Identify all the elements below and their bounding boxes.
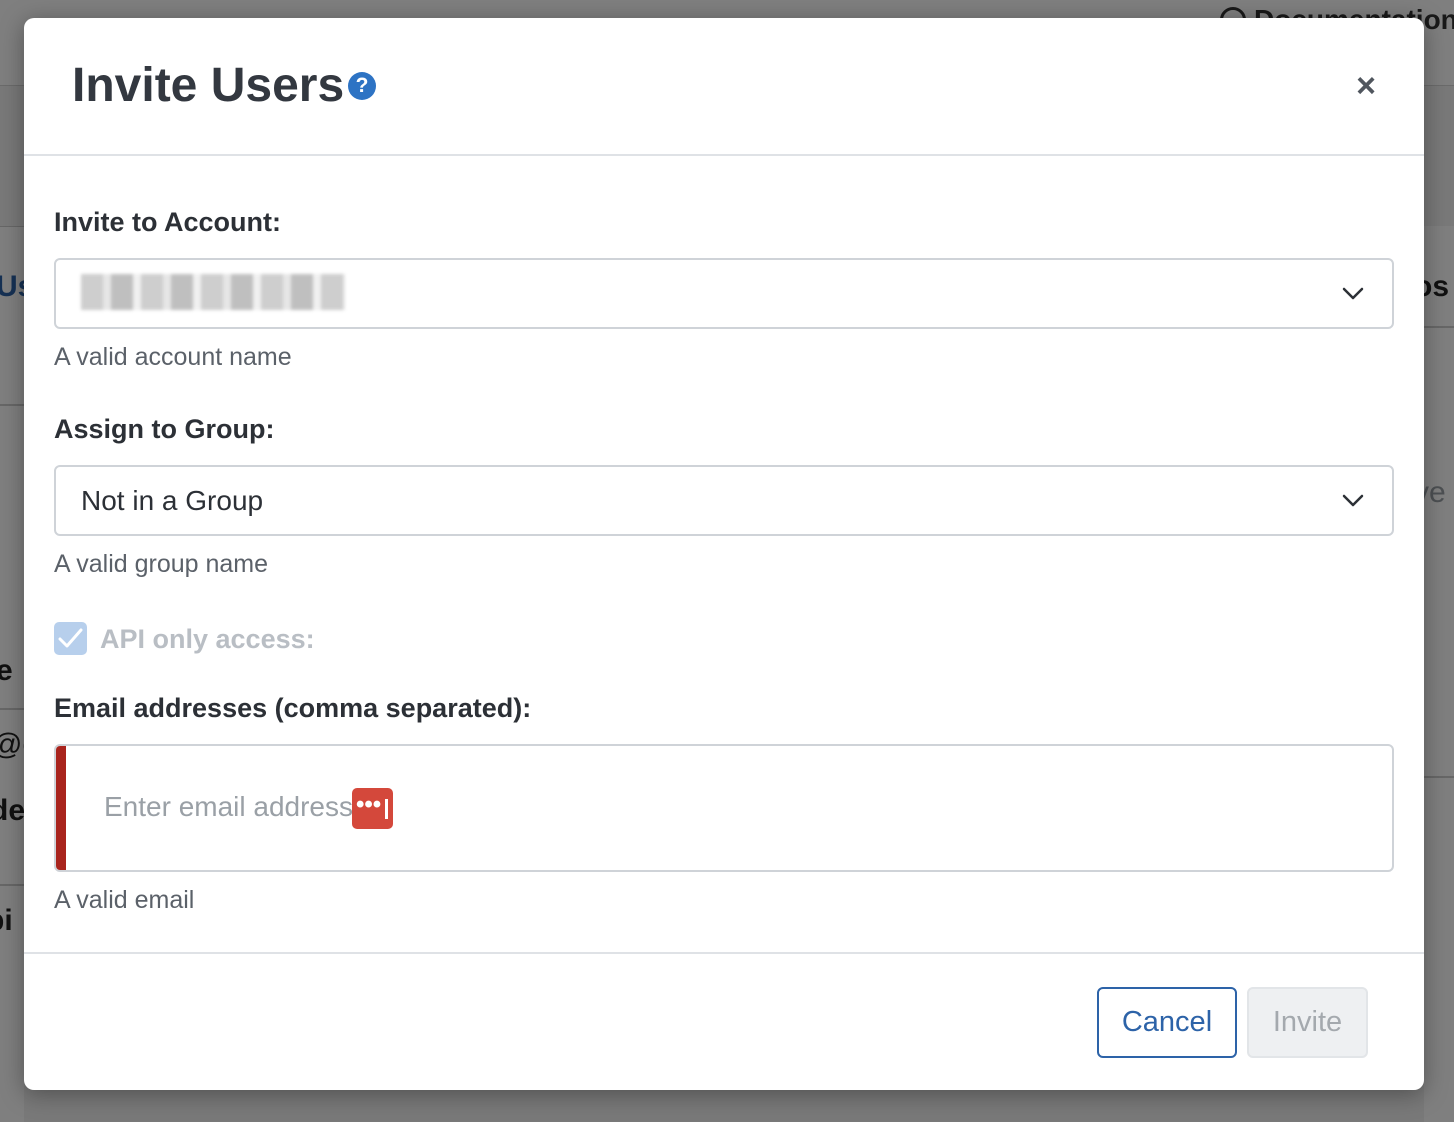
group-label: Assign to Group:	[54, 414, 275, 444]
question-circle-icon[interactable]: ?	[348, 72, 376, 100]
emails-label: Email addresses (comma separated):	[54, 693, 532, 723]
api-only-label: API only access:	[100, 624, 315, 654]
modal-title: Invite Users	[72, 59, 345, 112]
group-help-text: A valid group name	[54, 550, 269, 578]
footer-divider	[24, 952, 1424, 954]
error-indicator	[56, 746, 66, 870]
account-label: Invite to Account:	[54, 207, 281, 237]
invite-users-modal: Invite Users ? × Invite to Account: A va…	[24, 18, 1424, 1090]
emails-help-text: A valid email	[54, 886, 195, 914]
close-icon[interactable]: ×	[1349, 66, 1383, 106]
account-help-text: A valid account name	[54, 343, 292, 371]
modal-header: Invite Users ? ×	[24, 18, 1424, 156]
password-manager-icon[interactable]: •••	[352, 788, 393, 829]
chevron-down-icon	[1342, 494, 1364, 507]
email-placeholder: Enter email address	[104, 791, 354, 822]
group-select[interactable]: Not in a Group	[54, 465, 1394, 536]
group-select-value: Not in a Group	[81, 485, 264, 516]
checkmark-icon	[58, 628, 83, 648]
redacted-account-value	[81, 274, 345, 310]
account-select[interactable]	[54, 258, 1394, 329]
email-addresses-input[interactable]: Enter email address •••	[54, 744, 1394, 872]
api-only-checkbox[interactable]	[54, 622, 87, 655]
cancel-button[interactable]: Cancel	[1097, 987, 1237, 1058]
invite-button[interactable]: Invite	[1247, 987, 1368, 1058]
chevron-down-icon	[1342, 287, 1364, 300]
